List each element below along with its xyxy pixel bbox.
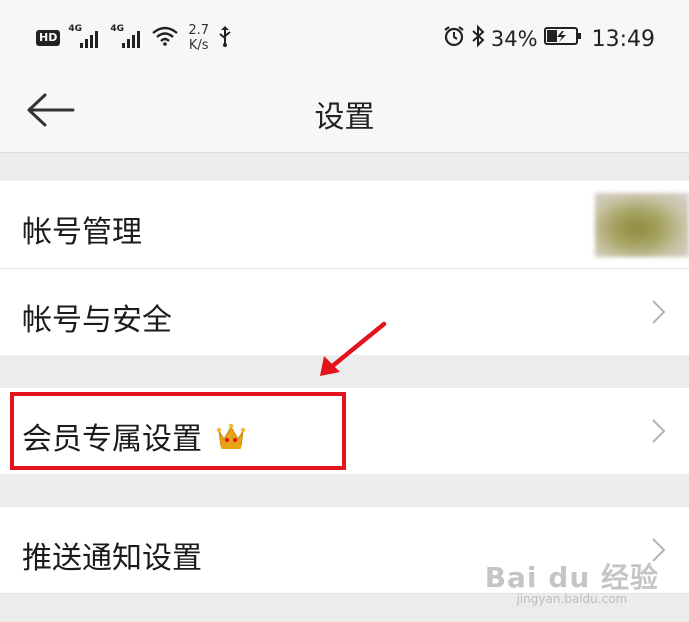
battery-icon: [543, 26, 582, 52]
row-label-member-settings: 会员专属设置: [22, 414, 246, 459]
status-right: 34% 13:49: [443, 22, 655, 56]
row-account-management[interactable]: 帐号管理: [0, 181, 689, 269]
row-push-notification-settings[interactable]: 推送通知设置: [0, 507, 689, 593]
clock: 13:49: [591, 26, 655, 52]
wifi-icon: [152, 26, 179, 50]
network-speed-unit: K/s: [188, 38, 209, 53]
signal-icon: 4G: [110, 24, 144, 50]
row-label-account-management: 帐号管理: [22, 215, 142, 250]
alarm-icon: [443, 25, 465, 53]
annotation-arrow-icon: [320, 321, 387, 376]
row-label-account-security: 帐号与安全: [22, 303, 172, 338]
settings-screen: HD 4G 4G 2.7 K/s 34% 13:49 设置 帐号管理 帐号与安全…: [0, 0, 689, 622]
bluetooth-icon: [471, 24, 485, 53]
chevron-right-icon: [652, 419, 666, 443]
usb-icon: [217, 25, 233, 51]
row-member-settings[interactable]: 会员专属设置: [0, 388, 689, 474]
page-title: 设置: [314, 100, 375, 135]
avatar: [595, 193, 689, 257]
chevron-right-icon: [652, 300, 666, 324]
watermark-url: jingyan.baidu.com: [516, 592, 628, 606]
network-speed: 2.7 K/s: [188, 23, 209, 53]
row-label-push-notification-settings: 推送通知设置: [22, 541, 202, 576]
signal-icon: 4G: [68, 24, 102, 50]
member-settings-text: 会员专属设置: [22, 422, 202, 457]
crown-icon: [216, 423, 246, 459]
hd-badge: HD: [36, 30, 61, 46]
network-speed-value: 2.7: [188, 23, 210, 38]
divider: [0, 593, 689, 594]
status-bar: HD 4G 4G 2.7 K/s 34% 13:49: [0, 0, 689, 70]
title-bar: 设置: [0, 70, 689, 153]
status-left: HD 4G 4G 2.7 K/s: [36, 18, 233, 58]
chevron-right-icon: [652, 538, 666, 562]
battery-percent: 34%: [490, 27, 538, 51]
